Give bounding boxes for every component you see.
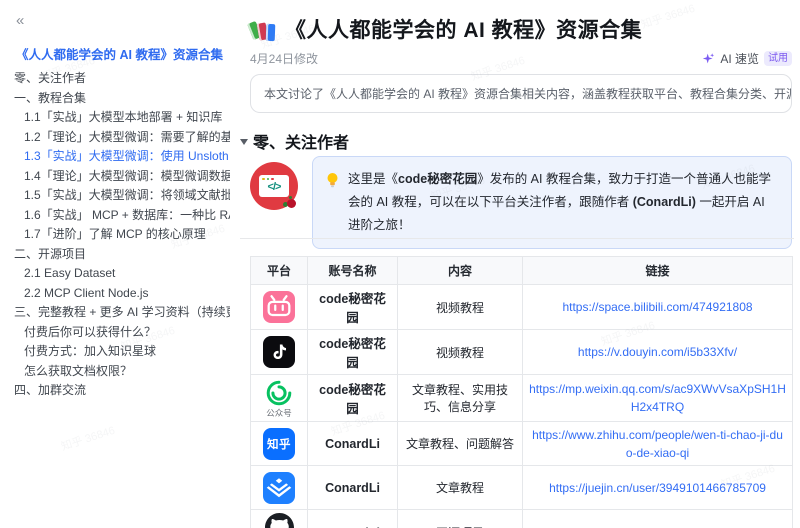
account-name-cell: code秘密花园 <box>308 375 398 422</box>
toc-list: 零、关注作者一、教程合集1.1「实战」大模型本地部署 + 知识库1.2「理论」大… <box>14 69 230 401</box>
github-icon <box>265 513 294 528</box>
sidebar-toc-item[interactable]: 1.5「实战」大模型微调：将领域文献批量转... <box>14 186 230 206</box>
content-cell: 开源项目 <box>398 510 523 528</box>
platform-link[interactable]: https://v.douyin.com/i5b33Xfv/ <box>578 345 737 359</box>
sidebar-toc-item[interactable]: 1.1「实战」大模型本地部署 + 知识库 <box>14 108 230 128</box>
account-name-cell: ConardLi <box>308 422 398 466</box>
callout-text: 这里是《code秘密花园》发布的 AI 教程合集，致力于打造一个普通人也能学会的… <box>348 168 777 237</box>
platforms-table: 平台账号名称内容链接 code秘密花园视频教程 https://space.bil… <box>250 256 793 528</box>
sidebar-toc-item[interactable]: 一、教程合集 <box>14 89 230 109</box>
sidebar-toc-item[interactable]: 四、加群交流 <box>14 381 230 401</box>
sidebar-toc-item[interactable]: 零、关注作者 <box>14 69 230 89</box>
link-cell: https://github.com/ConardLi <box>523 510 793 528</box>
platform-link[interactable]: https://space.bilibili.com/474921808 <box>562 300 752 314</box>
section-heading: 零、关注作者 <box>240 129 349 153</box>
table-column-header: 链接 <box>523 257 793 285</box>
modified-date: 4月24日修改 <box>250 50 318 67</box>
platform-link[interactable]: https://juejin.cn/user/3949101466785709 <box>549 481 766 495</box>
lightbulb-icon <box>325 172 340 189</box>
section-title: 零、关注作者 <box>253 129 349 153</box>
table-column-header: 内容 <box>398 257 523 285</box>
sidebar-toc-item[interactable]: 付费后你可以获得什么？ <box>14 323 230 343</box>
trial-badge: 试用 <box>764 51 792 66</box>
account-name-cell: code秘密花园 <box>308 285 398 330</box>
page-title: 《人人都能学会的 AI 教程》资源合集 <box>285 14 642 44</box>
douyin-icon <box>263 336 295 368</box>
account-name-cell: code秘密花园 <box>308 330 398 375</box>
link-cell: https://v.douyin.com/i5b33Xfv/ <box>523 330 793 375</box>
ai-summary-box: 本文讨论了《人人都能学会的 AI 教程》资源合集相关内容，涵盖教程获取平台、教程… <box>250 74 792 113</box>
platform-cell <box>251 330 308 375</box>
books-icon <box>250 17 276 41</box>
platforms-table-wrap: 平台账号名称内容链接 code秘密花园视频教程 https://space.bil… <box>250 256 792 528</box>
sidebar-toc-item[interactable]: 二、开源项目 <box>14 245 230 265</box>
sidebar-collapse-icon[interactable]: « <box>16 12 24 29</box>
doc-header: 《人人都能学会的 AI 教程》资源合集 <box>250 14 642 44</box>
sidebar-toc-item[interactable]: 1.2「理论」大模型微调：需要了解的基础知识 <box>14 128 230 148</box>
link-cell: https://space.bilibili.com/474921808 <box>523 285 793 330</box>
link-cell: https://mp.weixin.qq.com/s/ac9XWvVsaXpSH… <box>523 375 793 422</box>
sidebar-toc-item[interactable]: 付费方式：加入知识星球 <box>14 342 230 362</box>
platform-cell <box>251 285 308 330</box>
sidebar-toc-item[interactable]: 2.1 Easy Dataset <box>14 264 230 284</box>
zhihu-icon: 知乎 <box>263 428 295 460</box>
toc-sidebar: « 《人人都能学会的 AI 教程》资源合集 零、关注作者一、教程合集1.1「实战… <box>0 0 240 528</box>
sidebar-toc-item[interactable]: 1.7「进阶」了解 MCP 的核心原理 <box>14 225 230 245</box>
ai-overview-button[interactable]: AI 速览 试用 <box>702 50 792 67</box>
link-cell: https://www.zhihu.com/people/wen-ti-chao… <box>523 422 793 466</box>
table-row: GitHubConardLi开源项目https://github.com/Con… <box>251 510 793 528</box>
content-cell: 文章教程 <box>398 466 523 510</box>
table-header-row: 平台账号名称内容链接 <box>251 257 793 285</box>
table-row: code秘密花园视频教程 https://space.bilibili.com/4… <box>251 285 793 330</box>
table-row: 公众号 code秘密花园文章教程、实用技巧、信息分享https://mp.weix… <box>251 375 793 422</box>
platform-icon-caption: 公众号 <box>266 409 292 418</box>
table-row: code秘密花园视频教程 https://v.douyin.com/i5b33Xf… <box>251 330 793 375</box>
sidebar-toc-item[interactable]: 2.2 MCP Client Node.js <box>14 284 230 304</box>
sparkle-icon <box>702 52 715 65</box>
platform-cell <box>251 466 308 510</box>
table-column-header: 平台 <box>251 257 308 285</box>
collapse-triangle-icon[interactable] <box>240 139 248 145</box>
toc-doc-title[interactable]: 《人人都能学会的 AI 教程》资源合集 <box>16 44 230 63</box>
content-cell: 文章教程、问题解答 <box>398 422 523 466</box>
platform-cell: 公众号 <box>251 375 308 422</box>
account-name-cell: ConardLi <box>308 510 398 528</box>
table-row: 知乎 ConardLi文章教程、问题解答 https://www.zhihu.com… <box>251 422 793 466</box>
doc-meta-row: 4月24日修改 AI 速览 试用 <box>250 50 792 67</box>
content-cell: 视频教程 <box>398 330 523 375</box>
doc-main: 《人人都能学会的 AI 教程》资源合集 4月24日修改 AI 速览 试用 本文讨… <box>240 0 800 528</box>
table-body: code秘密花园视频教程 https://space.bilibili.com/4… <box>251 285 793 528</box>
juejin-icon <box>263 472 295 504</box>
sidebar-toc-item[interactable]: 怎么获取文档权限？ <box>14 362 230 382</box>
wechat-official-account-icon <box>264 378 294 408</box>
account-name-cell: ConardLi <box>308 466 398 510</box>
table-column-header: 账号名称 <box>308 257 398 285</box>
author-avatar: </> <box>250 162 298 210</box>
callout-row: </> 这里是《code秘密花园》发布的 AI 教程合集，致力于打造一个普通人也… <box>250 156 792 249</box>
bilibili-icon <box>263 291 295 323</box>
platform-link[interactable]: https://www.zhihu.com/people/wen-ti-chao… <box>532 428 783 460</box>
table-row: ConardLi文章教程 https://juejin.cn/user/39491… <box>251 466 793 510</box>
ai-overview-label: AI 速览 <box>720 50 759 67</box>
content-cell: 视频教程 <box>398 285 523 330</box>
sidebar-toc-item[interactable]: 三、完整教程 + 更多 AI 学习资料（持续更新） <box>14 303 230 323</box>
platform-cell: GitHub <box>251 510 308 528</box>
section-divider <box>240 238 794 239</box>
sidebar-toc-item[interactable]: 1.3「实战」大模型微调：使用 Unsloth 微调 ... <box>14 147 230 167</box>
link-cell: https://juejin.cn/user/3949101466785709 <box>523 466 793 510</box>
callout-box: 这里是《code秘密花园》发布的 AI 教程合集，致力于打造一个普通人也能学会的… <box>312 156 792 249</box>
code-window-icon: </> <box>259 175 289 197</box>
flower-icon <box>287 199 296 208</box>
sidebar-toc-item[interactable]: 1.6「实战」 MCP + 数据库：一种比 RAG 检... <box>14 206 230 226</box>
content-cell: 文章教程、实用技巧、信息分享 <box>398 375 523 422</box>
sidebar-toc-item[interactable]: 1.4「理论」大模型微调：模型微调数据集前... <box>14 167 230 187</box>
platform-link[interactable]: https://mp.weixin.qq.com/s/ac9XWvVsaXpSH… <box>529 382 786 414</box>
platform-cell: 知乎 <box>251 422 308 466</box>
